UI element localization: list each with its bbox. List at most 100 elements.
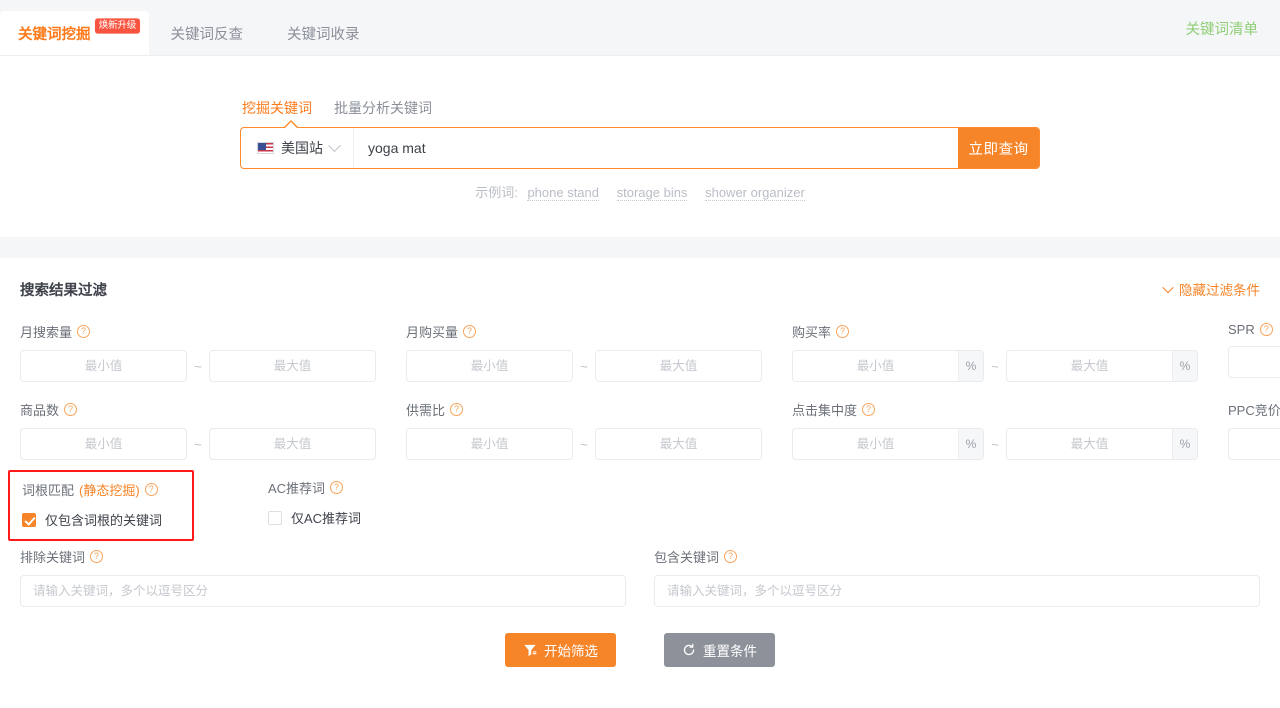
- min-input-wrap: %: [792, 428, 984, 460]
- question-circle-icon[interactable]: ?: [144, 483, 158, 496]
- checkbox-ac-suggested-only[interactable]: 仅AC推荐词: [268, 508, 486, 527]
- search-section: 挖掘关键词 批量分析关键词 美国站 立即查询 示例词: pho: [0, 56, 1280, 237]
- range-group: $ ~ $: [1228, 428, 1280, 460]
- filter-panel-title: 搜索结果过滤: [20, 282, 107, 299]
- min-input-wrap: [406, 350, 573, 382]
- tab-keyword-reverse[interactable]: 关键词反查: [149, 11, 266, 55]
- top-tab-bar: 关键词挖掘 焕新升级 关键词反查 关键词收录 关键词清单: [0, 0, 1280, 56]
- search-input[interactable]: [354, 128, 958, 168]
- checkbox-root-word-only[interactable]: 仅包含词根的关键词: [22, 510, 180, 529]
- filter-spacer-3: [1012, 478, 1260, 531]
- min-input[interactable]: [407, 429, 572, 459]
- filter-label: SPR ?: [1228, 322, 1280, 337]
- example-keywords: 示例词: phone stand storage bins shower org…: [240, 182, 1040, 201]
- apply-filter-button[interactable]: 开始筛选: [505, 633, 616, 667]
- max-input[interactable]: [1007, 351, 1172, 381]
- filter-ac-suggested: AC推荐词 ? 仅AC推荐词: [268, 478, 516, 531]
- search-submit-button[interactable]: 立即查询: [958, 128, 1039, 168]
- filter-label-text: 购买率: [792, 325, 832, 340]
- checkbox-label: 仅AC推荐词: [291, 511, 362, 526]
- examples-label: 示例词:: [475, 185, 518, 200]
- min-input[interactable]: [1229, 347, 1280, 377]
- tab-label: 关键词反查: [170, 26, 244, 43]
- filter-checkbox-row: 词根匹配 (静态挖掘) ? 仅包含词根的关键词 AC推荐词 ? 仅AC推荐词: [8, 470, 1260, 541]
- max-input[interactable]: [596, 429, 761, 459]
- filter-label: AC推荐词 ?: [268, 478, 486, 497]
- min-input[interactable]: [407, 351, 572, 381]
- exclude-keywords-field: 排除关键词 ?: [20, 547, 626, 607]
- search-container: 挖掘关键词 批量分析关键词 美国站 立即查询 示例词: pho: [240, 98, 1040, 201]
- keyword-list-link[interactable]: 关键词清单: [1186, 18, 1259, 39]
- exclude-keywords-input[interactable]: [20, 575, 626, 607]
- max-input[interactable]: [210, 429, 375, 459]
- range-group: ~: [406, 350, 762, 382]
- section-divider: [0, 237, 1280, 258]
- example-keyword-3[interactable]: shower organizer: [705, 185, 805, 201]
- filter-row-1: 月搜索量 ? ~ 月购买量 ?: [20, 322, 1280, 382]
- example-keyword-2[interactable]: storage bins: [616, 185, 688, 201]
- filter-label: 点击集中度 ?: [792, 400, 1198, 419]
- filter-label-text: 月搜索量: [20, 325, 73, 340]
- filter-purchase-rate: 购买率 ? % ~ %: [792, 322, 1228, 382]
- range-group: ~: [406, 428, 762, 460]
- reset-filter-label: 重置条件: [703, 644, 757, 659]
- filter-label-text: 排除关键词: [20, 550, 86, 565]
- filter-label: PPC竞价 ?: [1228, 400, 1280, 419]
- filter-label: 供需比 ?: [406, 400, 762, 419]
- search-mode-tabs: 挖掘关键词 批量分析关键词: [240, 98, 1040, 118]
- filter-label: 排除关键词 ?: [20, 547, 626, 566]
- filter-label-sublabel: (静态挖掘): [79, 483, 140, 498]
- question-circle-icon[interactable]: ?: [463, 325, 477, 338]
- max-input[interactable]: [596, 351, 761, 381]
- question-circle-icon[interactable]: ?: [450, 403, 464, 416]
- min-input[interactable]: [793, 351, 958, 381]
- min-input[interactable]: [1229, 429, 1280, 459]
- filter-spr: SPR ? ~: [1228, 322, 1280, 382]
- min-input-wrap: %: [792, 350, 984, 382]
- question-circle-icon[interactable]: ?: [64, 403, 78, 416]
- country-selector[interactable]: 美国站: [241, 128, 354, 168]
- include-keywords-field: 包含关键词 ?: [654, 547, 1260, 607]
- filter-label: 商品数 ?: [20, 400, 376, 419]
- tab-label: 关键词挖掘: [18, 26, 91, 43]
- range-tilde: ~: [580, 436, 588, 452]
- page-root: 关键词挖掘 焕新升级 关键词反查 关键词收录 关键词清单 挖掘关键词 批量分析关…: [0, 0, 1280, 708]
- range-group: % ~ %: [792, 350, 1198, 382]
- reset-filter-button[interactable]: 重置条件: [664, 633, 775, 667]
- min-input[interactable]: [21, 429, 186, 459]
- question-circle-icon[interactable]: ?: [90, 550, 104, 563]
- example-keyword-1[interactable]: phone stand: [527, 185, 600, 201]
- keyword-filter-row: 排除关键词 ? 包含关键词 ?: [20, 547, 1260, 607]
- mode-tab-batch-analyze[interactable]: 批量分析关键词: [334, 98, 432, 118]
- max-input-wrap: [595, 428, 762, 460]
- checkbox-box[interactable]: [268, 510, 282, 525]
- question-circle-icon[interactable]: ?: [862, 403, 876, 416]
- range-group: ~: [1228, 346, 1280, 378]
- checkbox-box[interactable]: [22, 512, 36, 527]
- question-circle-icon[interactable]: ?: [724, 550, 738, 563]
- toggle-filters-button[interactable]: 隐藏过滤条件: [1162, 279, 1260, 299]
- range-group: ~: [20, 428, 376, 460]
- range-tilde: ~: [194, 358, 202, 374]
- filter-label: 购买率 ?: [792, 322, 1198, 341]
- filter-label-text: 点击集中度: [792, 403, 858, 418]
- filter-label-text: 月购买量: [406, 325, 459, 340]
- max-input[interactable]: [210, 351, 375, 381]
- filter-label: 词根匹配 (静态挖掘) ?: [22, 480, 180, 499]
- tab-keyword-mining[interactable]: 关键词挖掘 焕新升级: [0, 11, 149, 55]
- question-circle-icon[interactable]: ?: [330, 481, 344, 494]
- min-input[interactable]: [21, 351, 186, 381]
- filter-label-text: 包含关键词: [654, 550, 720, 565]
- filter-monthly-purchase-volume: 月购买量 ? ~: [406, 322, 792, 382]
- include-keywords-input[interactable]: [654, 575, 1260, 607]
- question-circle-icon[interactable]: ?: [77, 325, 91, 338]
- mode-tab-mine-keywords[interactable]: 挖掘关键词: [242, 98, 312, 118]
- max-input[interactable]: [1007, 429, 1172, 459]
- apply-filter-label: 开始筛选: [544, 644, 598, 659]
- filter-actions: 开始筛选 重置条件: [20, 633, 1260, 667]
- tab-keyword-index[interactable]: 关键词收录: [265, 11, 382, 55]
- question-circle-icon[interactable]: ?: [1259, 323, 1273, 336]
- min-input[interactable]: [793, 429, 958, 459]
- question-circle-icon[interactable]: ?: [836, 325, 850, 338]
- filter-panel-header: 搜索结果过滤 隐藏过滤条件: [20, 278, 1260, 300]
